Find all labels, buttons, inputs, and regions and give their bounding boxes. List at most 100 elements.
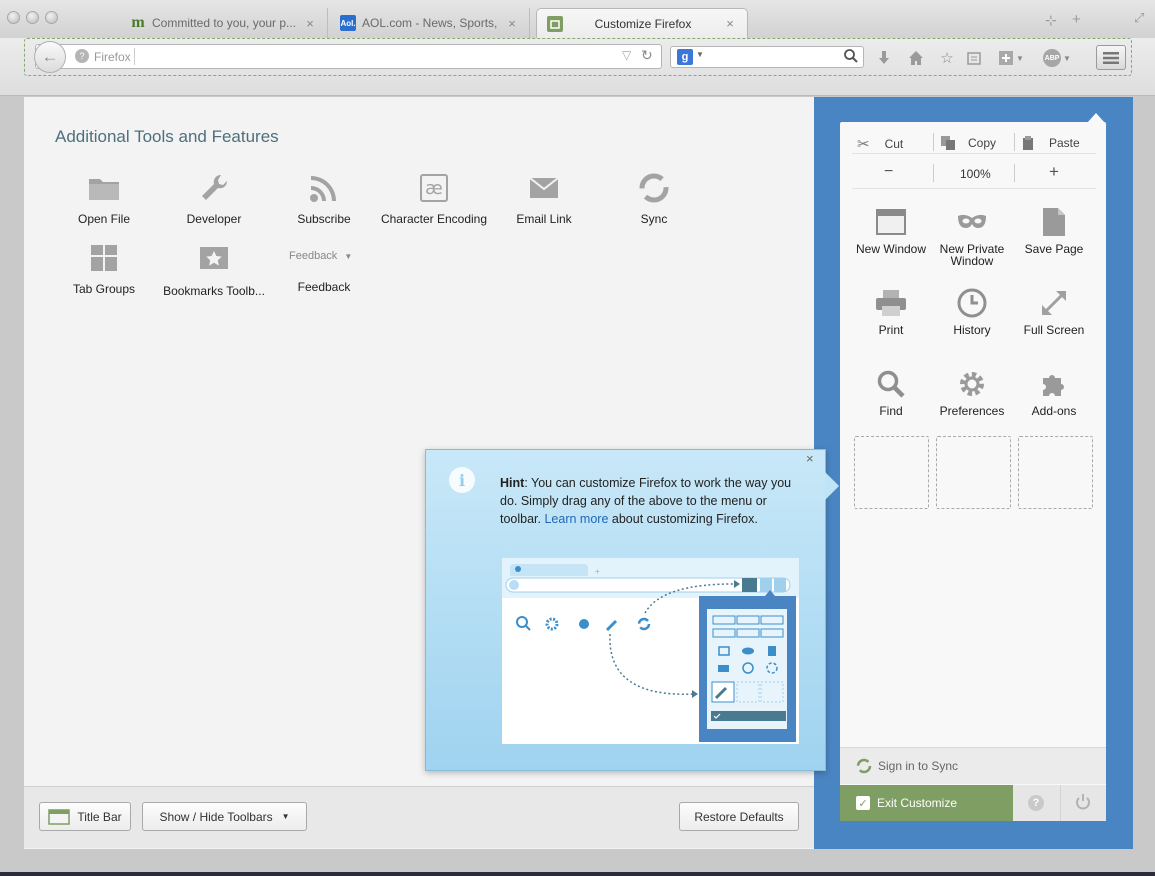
- close-tab-icon[interactable]: ×: [505, 16, 519, 31]
- palette-item-character-encoding[interactable]: æ Character Encoding: [379, 170, 489, 226]
- page-icon: [1015, 202, 1093, 242]
- zoom-in-button[interactable]: +: [1049, 162, 1059, 182]
- hint-arrow: [825, 472, 839, 500]
- back-arrow-icon: ←: [41, 47, 59, 66]
- divider: [1014, 133, 1015, 151]
- site-identity-icon: ?: [75, 49, 89, 63]
- palette-item-open-file[interactable]: Open File: [49, 170, 159, 226]
- tab-groups-icon: [49, 240, 159, 276]
- new-tab-icon[interactable]: +: [1072, 11, 1081, 28]
- palette-item-subscribe[interactable]: Subscribe: [269, 170, 379, 226]
- svg-text:+: +: [595, 567, 600, 576]
- palette-item-developer[interactable]: Developer: [159, 170, 269, 226]
- fullscreen-toggle-icon[interactable]: ⤢: [1134, 10, 1144, 26]
- restore-defaults-button[interactable]: Restore Defaults: [679, 802, 799, 831]
- panel-item-label: New Private Window: [939, 242, 1005, 268]
- rss-icon: [269, 170, 379, 206]
- close-tab-icon[interactable]: ×: [303, 16, 317, 31]
- panel-item-label: Preferences: [939, 404, 1005, 418]
- minimize-window-button[interactable]: [26, 11, 39, 24]
- exit-customize-button[interactable]: ✓ Exit Customize: [840, 785, 1013, 821]
- restore-defaults-label: Restore Defaults: [694, 809, 784, 824]
- zoom-window-button[interactable]: [45, 11, 58, 24]
- palette-item-label: Tab Groups: [72, 282, 136, 296]
- url-bar[interactable]: ? Firefox ▽ ↻: [35, 44, 662, 69]
- exit-customize-label: Exit Customize: [877, 796, 958, 810]
- divider: [933, 133, 934, 151]
- feedback-dropdown[interactable]: Feedback ▼: [289, 250, 352, 262]
- panel-item-preferences[interactable]: Preferences: [933, 364, 1011, 417]
- quit-button[interactable]: [1075, 793, 1091, 814]
- wrench-icon: [159, 170, 269, 206]
- panel-item-history[interactable]: History: [933, 283, 1011, 336]
- close-tab-icon[interactable]: ×: [723, 16, 737, 31]
- palette-item-tab-groups[interactable]: Tab Groups: [49, 240, 159, 296]
- checkmark-icon: ✓: [856, 796, 870, 810]
- copy-icon: [941, 136, 955, 150]
- bookmarks-menu-icon[interactable]: [964, 48, 984, 68]
- tab-label: AOL.com - News, Sports, ...: [362, 16, 499, 30]
- learn-more-link[interactable]: Learn more: [544, 512, 608, 526]
- adblock-icon[interactable]: ABP ▼: [1040, 48, 1074, 68]
- zoom-out-button[interactable]: −: [884, 163, 893, 181]
- empty-slot: [936, 436, 1011, 509]
- bookmark-star-icon: [159, 240, 269, 276]
- panel-item-find[interactable]: Find: [852, 364, 930, 417]
- info-icon: i: [449, 467, 475, 493]
- panel-item-full-screen[interactable]: Full Screen: [1015, 283, 1093, 336]
- google-icon[interactable]: g: [677, 49, 693, 65]
- tab-aol[interactable]: Aol. AOL.com - News, Sports, ... ×: [330, 8, 530, 38]
- help-icon[interactable]: ?: [1028, 795, 1044, 811]
- url-dropdown-icon[interactable]: ▽: [622, 48, 631, 62]
- divider: [933, 164, 934, 182]
- menu-button[interactable]: [1096, 45, 1126, 70]
- title-bar-button[interactable]: Title Bar: [39, 802, 131, 831]
- close-window-button[interactable]: [7, 11, 20, 24]
- search-bar[interactable]: g ▼: [670, 46, 864, 68]
- addon-button-icon[interactable]: ▼: [996, 48, 1026, 68]
- hint-close-button[interactable]: ×: [806, 451, 814, 466]
- panel-item-new-window[interactable]: New Window: [852, 202, 930, 255]
- tab-list-icon[interactable]: ⊹: [1045, 12, 1057, 29]
- engine-dropdown-icon[interactable]: ▼: [696, 50, 704, 59]
- palette-item-bookmarks-toolbar[interactable]: Bookmarks Toolb...: [159, 240, 269, 298]
- panel-item-new-private-window[interactable]: New Private Window: [933, 202, 1011, 267]
- fullscreen-icon: [1015, 283, 1093, 323]
- clock-icon: [933, 283, 1011, 323]
- palette-item-label: Developer: [186, 212, 242, 226]
- paste-label: Paste: [1049, 136, 1080, 150]
- copy-button[interactable]: Copy: [940, 135, 996, 151]
- url-cursor: [134, 48, 135, 65]
- palette-title: Additional Tools and Features: [55, 127, 279, 146]
- hint-bold: Hint: [500, 476, 525, 490]
- back-button[interactable]: ←: [34, 41, 66, 73]
- tab-customize-firefox[interactable]: Customize Firefox ×: [536, 8, 748, 38]
- palette-item-feedback[interactable]: Feedback: [269, 280, 379, 294]
- panel-item-label: New Window: [855, 242, 927, 256]
- panel-item-add-ons[interactable]: Add-ons: [1015, 364, 1093, 417]
- panel-item-save-page[interactable]: Save Page: [1015, 202, 1093, 255]
- reload-icon[interactable]: ↻: [641, 47, 653, 64]
- palette-item-label: Email Link: [516, 212, 572, 226]
- panel-item-print[interactable]: Print: [852, 283, 930, 336]
- palette-item-sync[interactable]: Sync: [599, 170, 709, 226]
- paste-button[interactable]: Paste: [1022, 135, 1080, 151]
- hamburger-icon: [1103, 51, 1119, 64]
- downloads-icon[interactable]: [874, 48, 894, 68]
- search-icon[interactable]: [843, 48, 859, 67]
- hint-illustration: +: [502, 558, 799, 744]
- title-bar-icon: [48, 808, 71, 825]
- tab-committed[interactable]: m Committed to you, your p... ×: [120, 8, 328, 38]
- palette-item-email-link[interactable]: Email Link: [489, 170, 599, 226]
- panel-item-label: History: [953, 323, 991, 337]
- panel-item-label: Full Screen: [1023, 323, 1085, 337]
- show-hide-toolbars-button[interactable]: Show / Hide Toolbars ▼: [142, 802, 307, 831]
- sign-in-sync-button[interactable]: Sign in to Sync: [840, 747, 1106, 784]
- bookmark-star-icon[interactable]: ☆: [937, 48, 957, 68]
- title-bar-label: Title Bar: [77, 809, 122, 824]
- chevron-down-icon: ▼: [344, 252, 353, 261]
- divider: [1014, 164, 1015, 182]
- home-icon[interactable]: [906, 48, 926, 68]
- cut-button[interactable]: ✂ Cut: [857, 135, 903, 153]
- zoom-reset-button[interactable]: 100%: [960, 167, 991, 181]
